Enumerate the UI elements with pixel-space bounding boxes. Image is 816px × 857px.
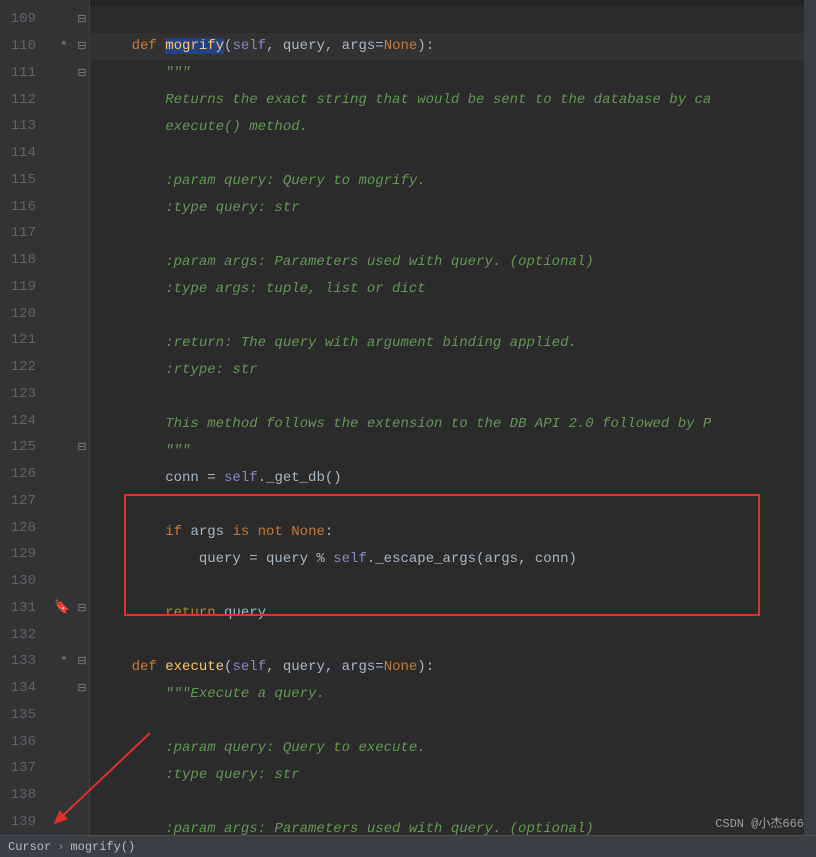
fold-close-icon[interactable]: ⊟ <box>76 440 88 454</box>
code-text-area[interactable]: def mogrify(self, query, args=None): """… <box>90 0 816 835</box>
line-number: 133 <box>0 653 42 669</box>
fold-open-icon[interactable]: ⊟ <box>76 66 88 80</box>
line-number: 113 <box>0 118 42 134</box>
line-number: 131 <box>0 600 42 616</box>
fold-open-icon[interactable]: ⊟ <box>76 654 88 668</box>
line-number: 132 <box>0 627 42 643</box>
line-number: 111 <box>0 65 42 81</box>
line-number: 109 <box>0 11 42 27</box>
line-number: 122 <box>0 359 42 375</box>
chevron-right-icon: › <box>57 840 64 854</box>
line-number: 114 <box>0 145 42 161</box>
line-number: 134 <box>0 680 42 696</box>
line-number: 125 <box>0 439 42 455</box>
line-number: 120 <box>0 306 42 322</box>
line-number: 139 <box>0 814 42 830</box>
line-number: 127 <box>0 493 42 509</box>
line-number: 119 <box>0 279 42 295</box>
line-number: 124 <box>0 413 42 429</box>
line-number: 126 <box>0 466 42 482</box>
line-number: 115 <box>0 172 42 188</box>
fold-open-icon[interactable]: ⊟ <box>76 681 88 695</box>
line-number: 117 <box>0 225 42 241</box>
line-number: 129 <box>0 546 42 562</box>
bookmark-icon[interactable]: 🔖 <box>54 600 70 615</box>
crumb-cursor[interactable]: Cursor <box>8 840 51 854</box>
line-number: 123 <box>0 386 42 402</box>
fold-close-icon[interactable]: ⊟ <box>76 12 88 26</box>
line-number: 137 <box>0 760 42 776</box>
line-number: 118 <box>0 252 42 268</box>
line-number: 121 <box>0 332 42 348</box>
line-number: 138 <box>0 787 42 803</box>
scrollbar[interactable] <box>804 0 816 835</box>
code-editor: 109⊟ 110*⊟ 111⊟ 112 113 114 115 116 117 … <box>0 0 816 835</box>
fold-close-icon[interactable]: ⊟ <box>76 601 88 615</box>
line-number: 136 <box>0 734 42 750</box>
line-number: 110 <box>0 38 42 54</box>
fold-open-icon[interactable]: ⊟ <box>76 39 88 53</box>
modified-icon: * <box>60 39 68 54</box>
modified-icon: * <box>60 654 68 669</box>
line-number: 135 <box>0 707 42 723</box>
line-number: 112 <box>0 92 42 108</box>
line-number: 130 <box>0 573 42 589</box>
watermark: CSDN @小杰666 <box>715 814 804 831</box>
gutter: 109⊟ 110*⊟ 111⊟ 112 113 114 115 116 117 … <box>0 0 90 835</box>
line-number: 128 <box>0 520 42 536</box>
line-number: 116 <box>0 199 42 215</box>
